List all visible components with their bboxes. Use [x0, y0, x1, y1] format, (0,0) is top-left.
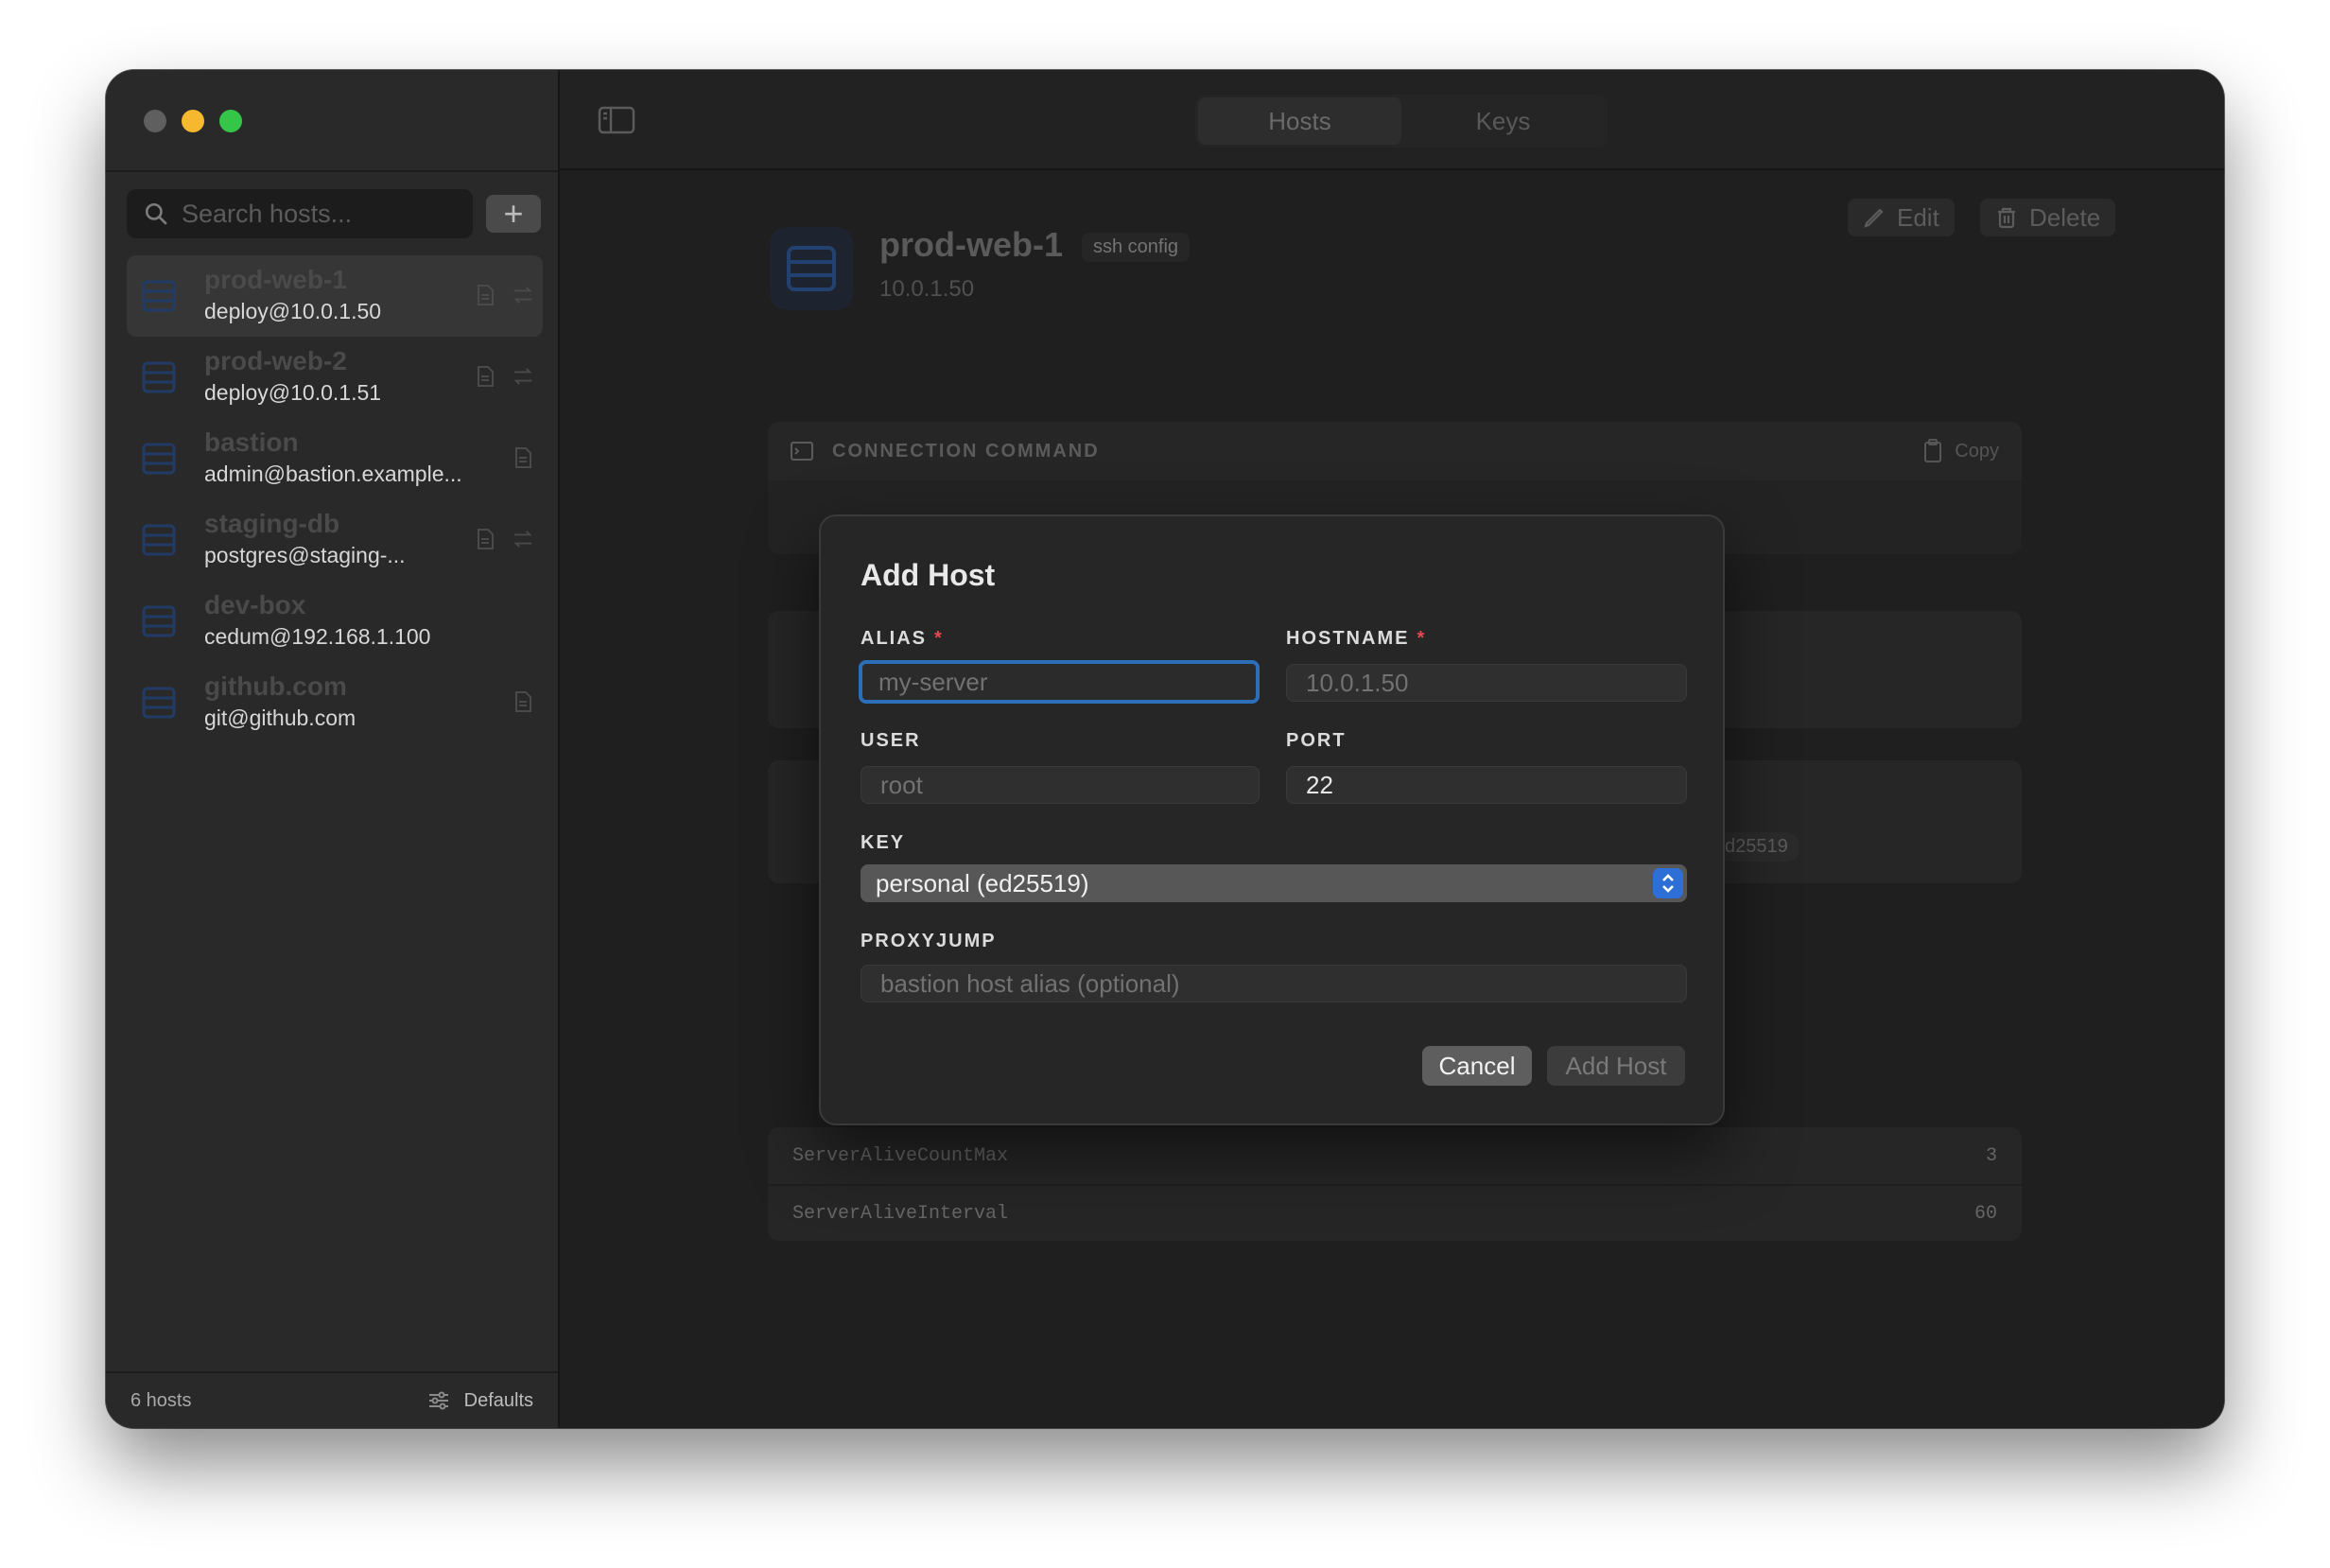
chevron-up-down-icon: [1653, 868, 1683, 898]
host-count: 6 hosts: [130, 1389, 192, 1411]
hostname-input[interactable]: [1286, 664, 1687, 702]
arrows-swap-icon: [513, 531, 532, 548]
alias-label: ALIAS *: [861, 628, 944, 649]
search-box[interactable]: [127, 189, 473, 238]
minimize-window-button[interactable]: [182, 110, 204, 132]
copy-label: Copy: [1955, 440, 1999, 462]
panel-title: CONNECTION COMMAND: [832, 440, 1100, 462]
host-name: staging-db: [204, 509, 340, 538]
host-list: prod-web-1 deploy@10.0.1.50 prod-web-2 d…: [127, 255, 543, 743]
clipboard-icon: [1924, 439, 1942, 462]
server-icon: [142, 687, 176, 719]
server-icon: [142, 280, 176, 312]
server-icon: [142, 524, 176, 556]
edit-button[interactable]: Edit: [1848, 199, 1955, 236]
option-key: ServerAliveInterval: [792, 1202, 1009, 1225]
add-host-submit-button[interactable]: Add Host: [1547, 1046, 1685, 1086]
key-select-value: personal (ed25519): [876, 868, 1089, 897]
host-item-github[interactable]: github.com git@github.com: [127, 662, 543, 743]
pencil-icon: [1864, 208, 1884, 228]
plus-icon: +: [503, 194, 524, 233]
required-marker: *: [934, 628, 944, 649]
source-badge: ssh config: [1082, 233, 1191, 262]
search-input[interactable]: [182, 199, 456, 229]
close-window-button[interactable]: [144, 110, 166, 132]
view-switcher: Hosts Keys: [1195, 95, 1608, 148]
host-name: github.com: [204, 671, 347, 701]
copy-button[interactable]: Copy: [1922, 439, 1999, 463]
host-address: deploy@10.0.1.51: [204, 380, 382, 405]
port-input[interactable]: [1286, 766, 1687, 804]
table-row: ServerAliveCountMax 3: [768, 1127, 2022, 1184]
required-marker: *: [1417, 628, 1427, 649]
add-host-button[interactable]: +: [486, 195, 541, 233]
host-address: git@github.com: [204, 706, 356, 730]
document-icon: [478, 366, 494, 387]
host-avatar: [770, 227, 853, 310]
proxyjump-input[interactable]: [861, 965, 1687, 1002]
host-name: prod-web-1: [204, 265, 347, 294]
dialog-title: Add Host: [861, 558, 996, 592]
option-value: 60: [1974, 1202, 1997, 1225]
arrows-swap-icon: [513, 368, 532, 385]
delete-button[interactable]: Delete: [1980, 199, 2116, 236]
user-label: USER: [861, 730, 921, 751]
document-icon: [515, 691, 531, 712]
alias-input[interactable]: [859, 660, 1260, 704]
host-item-prod-web-1[interactable]: prod-web-1 deploy@10.0.1.50: [127, 255, 543, 337]
arrows-swap-icon: [513, 287, 532, 304]
host-address: deploy@10.0.1.50: [204, 299, 382, 323]
host-subtitle: 10.0.1.50: [879, 276, 975, 302]
maximize-window-button[interactable]: [219, 110, 242, 132]
host-title: prod-web-1: [879, 225, 1063, 264]
user-input[interactable]: [861, 766, 1260, 804]
host-address: cedum@192.168.1.100: [204, 624, 431, 649]
sidebar-toggle-icon[interactable]: [598, 106, 635, 134]
host-item-staging-db[interactable]: staging-db postgres@staging-...: [127, 499, 543, 581]
host-name: dev-box: [204, 590, 306, 619]
host-name: prod-web-2: [204, 346, 347, 375]
table-row: ServerAliveInterval 60: [768, 1184, 2022, 1241]
key-type-chip: d25519: [1713, 832, 1800, 862]
key-label: KEY: [861, 832, 906, 853]
sidebar-footer: 6 hosts Defaults: [106, 1371, 558, 1428]
app-window: + prod-web-1 deploy@10.0.1.50 prod-web-2…: [106, 70, 2224, 1428]
server-icon: [142, 361, 176, 393]
sliders-icon: [428, 1391, 448, 1410]
defaults-button[interactable]: Defaults: [428, 1390, 533, 1412]
tab-hosts[interactable]: Hosts: [1198, 97, 1401, 145]
server-icon: [787, 246, 836, 291]
toolbar: Hosts Keys: [560, 70, 2224, 170]
document-icon: [515, 447, 531, 468]
delete-label: Delete: [2029, 202, 2101, 232]
proxyjump-label: PROXYJUMP: [861, 931, 997, 951]
trash-icon: [1998, 207, 2015, 229]
host-item-dev-box[interactable]: dev-box cedum@192.168.1.100: [127, 581, 543, 662]
document-icon: [478, 529, 494, 549]
cancel-button[interactable]: Cancel: [1422, 1046, 1532, 1086]
defaults-label: Defaults: [463, 1389, 533, 1411]
terminal-icon: [791, 442, 813, 461]
window-controls: [144, 110, 242, 132]
add-host-dialog: Add Host ALIAS* HOSTNAME* USER PORT KEY …: [819, 514, 1725, 1125]
sidebar-divider: [106, 170, 558, 172]
ssh-options-panel: ServerAliveCountMax 3 ServerAliveInterva…: [768, 1127, 2022, 1241]
search-icon: [145, 202, 167, 225]
port-label: PORT: [1286, 730, 1347, 751]
key-select[interactable]: personal (ed25519): [861, 864, 1687, 902]
server-icon: [142, 605, 176, 637]
sidebar: + prod-web-1 deploy@10.0.1.50 prod-web-2…: [106, 70, 560, 1428]
server-icon: [142, 443, 176, 475]
host-item-bastion[interactable]: bastion admin@bastion.example...: [127, 418, 543, 499]
host-name: bastion: [204, 427, 299, 457]
document-icon: [478, 285, 494, 305]
option-value: 3: [1985, 1144, 1997, 1167]
edit-label: Edit: [1897, 202, 1939, 232]
tab-keys[interactable]: Keys: [1401, 97, 1605, 145]
host-address: admin@bastion.example...: [204, 462, 462, 486]
option-key: ServerAliveCountMax: [792, 1144, 1009, 1167]
host-address: postgres@staging-...: [204, 543, 406, 567]
host-item-prod-web-2[interactable]: prod-web-2 deploy@10.0.1.51: [127, 337, 543, 418]
hostname-label: HOSTNAME *: [1286, 628, 1427, 649]
